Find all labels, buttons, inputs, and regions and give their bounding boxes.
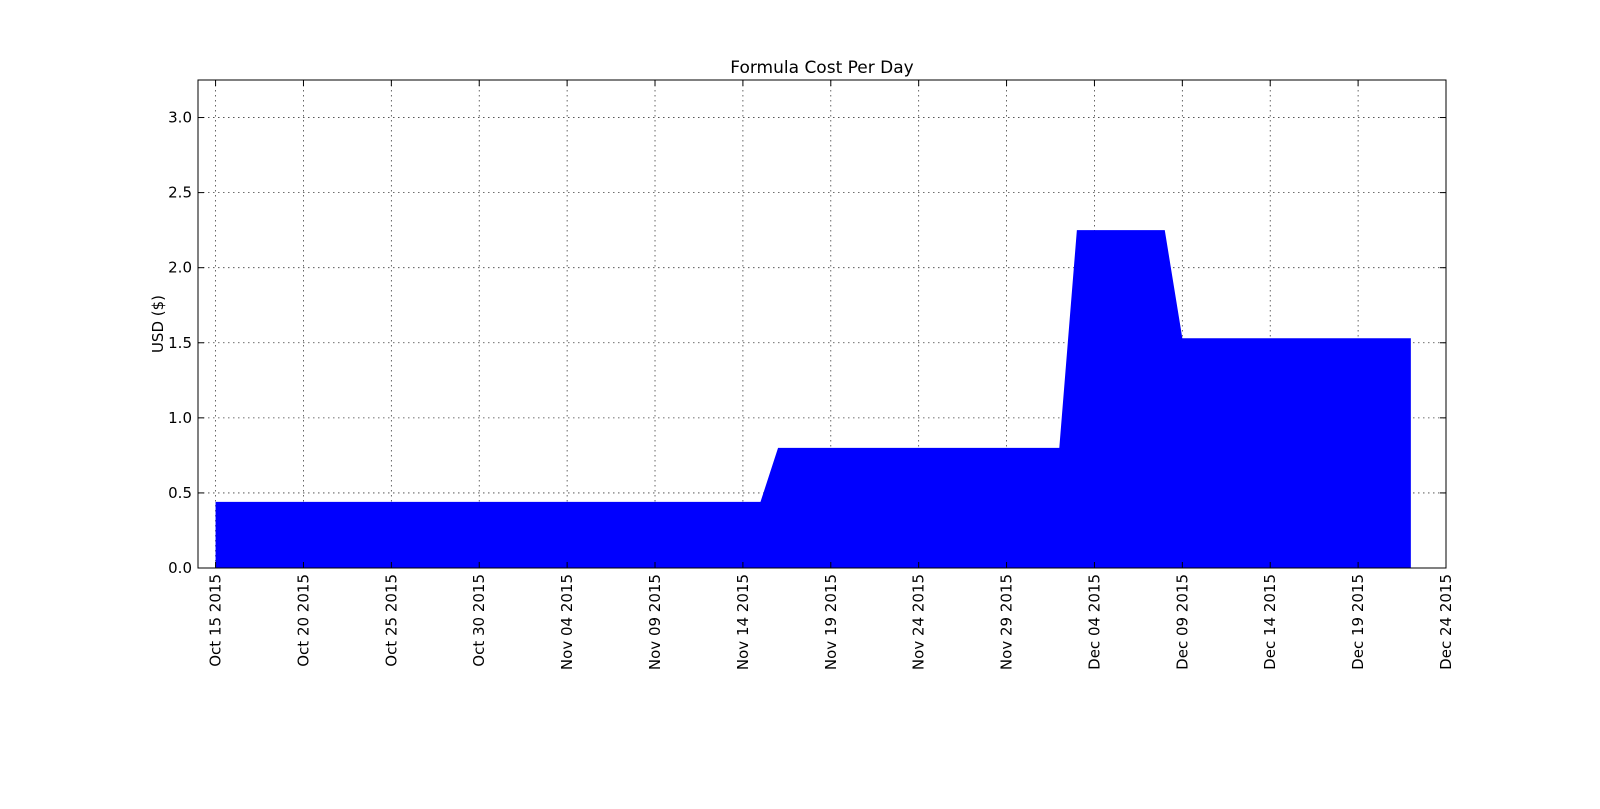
- x-tick-label: Oct 15 2015: [207, 574, 225, 667]
- x-tick-label: Oct 20 2015: [294, 574, 312, 667]
- y-tick-label: 0.5: [168, 484, 192, 502]
- chart-figure: 0.0 0.5 1.0 1.5 2.0 2.5 3.0 Oct 15 2015 Oct 20 …: [0, 0, 1600, 809]
- chart-title: Formula Cost Per Day: [730, 58, 913, 78]
- x-tick-label: Dec 19 2015: [1349, 574, 1367, 670]
- x-tick-label: Nov 19 2015: [822, 574, 840, 670]
- y-axis-label: USD ($): [149, 295, 167, 353]
- x-tick-label: Nov 04 2015: [558, 574, 576, 670]
- y-tick-label: 0.0: [168, 559, 192, 577]
- x-tick-label: Dec 24 2015: [1437, 574, 1455, 670]
- x-tick-label: Dec 09 2015: [1173, 574, 1191, 670]
- x-tick-label: Dec 04 2015: [1085, 574, 1103, 670]
- y-tick-label: 1.0: [168, 409, 192, 427]
- x-tick-label: Nov 09 2015: [646, 574, 664, 670]
- x-tick-label: Dec 14 2015: [1261, 574, 1279, 670]
- x-axis-tick-labels: Oct 15 2015 Oct 20 2015 Oct 25 2015 Oct 30 …: [207, 574, 1455, 670]
- x-tick-label: Oct 30 2015: [470, 574, 488, 667]
- y-tick-label: 2.0: [168, 259, 192, 277]
- x-tick-label: Oct 25 2015: [382, 574, 400, 667]
- y-tick-label: 1.5: [168, 334, 192, 352]
- x-tick-label: Nov 14 2015: [734, 574, 752, 670]
- y-tick-label: 3.0: [168, 109, 192, 127]
- y-tick-label: 2.5: [168, 184, 192, 202]
- x-tick-label: Nov 24 2015: [910, 574, 928, 670]
- x-tick-label: Nov 29 2015: [998, 574, 1016, 670]
